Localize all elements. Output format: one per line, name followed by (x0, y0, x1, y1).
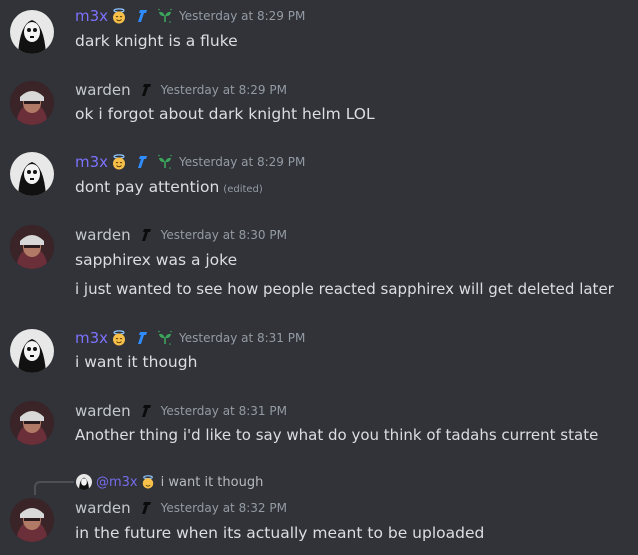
green-sprout-icon (157, 8, 173, 24)
message-header: m3x Yesterday at 8:31 PM (75, 328, 305, 348)
message-header: warden Yesterday at 8:30 PM (75, 225, 287, 245)
angel-emoji-icon (111, 8, 127, 24)
avatar-m3x[interactable] (10, 152, 54, 196)
black-tool-icon (139, 82, 155, 98)
angel-emoji-icon (141, 475, 155, 489)
message-text: dark knight is a fluke (75, 32, 238, 50)
blue-tool-icon (135, 330, 151, 346)
reply-avatar (76, 474, 92, 490)
green-sprout-icon (157, 330, 173, 346)
black-tool-icon (139, 227, 155, 243)
green-sprout-icon (157, 154, 173, 170)
timestamp: Yesterday at 8:29 PM (179, 155, 306, 169)
message-text: in the future when its actually meant to… (75, 524, 485, 542)
message-header: m3x Yesterday at 8:29 PM (75, 152, 305, 172)
username[interactable]: warden (75, 498, 131, 518)
username[interactable]: m3x (75, 6, 108, 26)
blue-tool-icon (135, 154, 151, 170)
black-tool-icon (139, 500, 155, 516)
angel-emoji-icon (111, 330, 127, 346)
message-header: warden Yesterday at 8:31 PM (75, 401, 287, 421)
timestamp: Yesterday at 8:29 PM (179, 9, 306, 23)
message-text: dont pay attention (75, 178, 220, 196)
avatar-warden[interactable] (10, 225, 54, 269)
username[interactable]: m3x (75, 152, 108, 172)
timestamp: Yesterday at 8:31 PM (160, 404, 287, 418)
message-header: warden Yesterday at 8:32 PM (75, 498, 287, 518)
avatar-m3x[interactable] (10, 329, 54, 373)
timestamp: Yesterday at 8:29 PM (160, 83, 287, 97)
reply-connector (34, 481, 74, 495)
avatar-warden[interactable] (10, 498, 54, 542)
message-text: Another thing i'd like to say what do yo… (75, 426, 599, 444)
message-text-row: dont pay attention (edited) (75, 176, 263, 201)
avatar-warden[interactable] (10, 401, 54, 445)
timestamp: Yesterday at 8:32 PM (160, 501, 287, 515)
message-text: i just wanted to see how people reacted … (75, 280, 614, 298)
username[interactable]: warden (75, 401, 131, 421)
message-text: i want it though (75, 353, 198, 371)
reply-content[interactable]: @m3x i want it though (76, 472, 263, 492)
avatar-warden[interactable] (10, 81, 54, 125)
edited-label: (edited) (223, 184, 263, 195)
message-text: ok i forgot about dark knight helm LOL (75, 105, 375, 123)
reply-username[interactable]: @m3x (96, 475, 138, 490)
reply-text: i want it though (160, 474, 264, 490)
message-header: warden Yesterday at 8:29 PM (75, 80, 287, 100)
timestamp: Yesterday at 8:31 PM (179, 331, 306, 345)
username[interactable]: warden (75, 225, 131, 245)
message-text: sapphirex was a joke (75, 251, 238, 269)
blue-tool-icon (135, 8, 151, 24)
avatar-m3x[interactable] (10, 10, 54, 54)
message-header: m3x Yesterday at 8:29 PM (75, 6, 305, 26)
black-tool-icon (139, 403, 155, 419)
angel-emoji-icon (111, 154, 127, 170)
timestamp: Yesterday at 8:30 PM (160, 228, 287, 242)
username[interactable]: warden (75, 80, 131, 100)
username[interactable]: m3x (75, 328, 108, 348)
